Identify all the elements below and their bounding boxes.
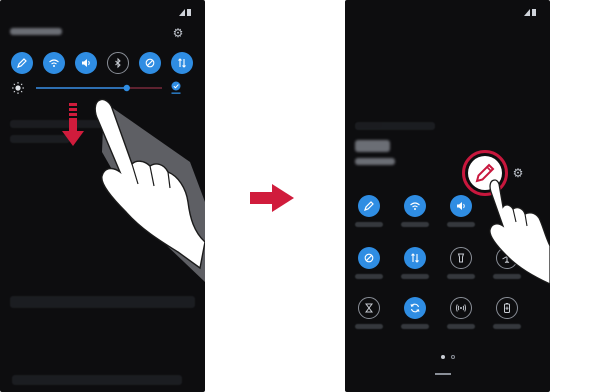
- toggle-flashlight[interactable]: [450, 247, 472, 269]
- sound-icon: [82, 59, 90, 67]
- toggle-wifi[interactable]: [404, 195, 426, 217]
- flashlight-icon: [457, 253, 465, 263]
- tap-hand-icon: [489, 179, 550, 285]
- battery-saver-icon: [504, 303, 510, 313]
- tile-label: [355, 324, 383, 329]
- date-text: [355, 158, 395, 165]
- left-phone-screen: ⚙: [0, 0, 205, 392]
- tile-label: [401, 274, 429, 279]
- date-text: [10, 28, 62, 35]
- sound-icon: [457, 202, 465, 210]
- toggle-battery-saver[interactable]: [496, 297, 518, 319]
- toggle-sound[interactable]: [450, 195, 472, 217]
- toggle-wifi[interactable]: [43, 52, 65, 74]
- toggle-hourglass[interactable]: [358, 297, 380, 319]
- rotation-icon: [364, 253, 374, 263]
- notification-row: [355, 122, 435, 130]
- notification-row: [10, 135, 70, 143]
- app-dock-row: [12, 375, 182, 385]
- page-dot: [451, 355, 455, 359]
- signal-icon: [179, 9, 185, 16]
- toggle-rotation[interactable]: [139, 52, 161, 74]
- toggle-edit[interactable]: [358, 195, 380, 217]
- right-phone-screen: ⚙: [345, 0, 550, 392]
- toggle-edit[interactable]: [11, 52, 33, 74]
- settings-gear-icon[interactable]: ⚙: [172, 27, 184, 39]
- data-icon: [411, 253, 419, 263]
- status-icons: [524, 9, 536, 16]
- wifi-icon: [49, 59, 59, 67]
- edit-pencil-icon: [364, 201, 374, 211]
- tile-label: [493, 324, 521, 329]
- edit-pencil-icon: [17, 58, 27, 68]
- sync-icon: [410, 303, 420, 313]
- toggle-rotation[interactable]: [358, 247, 380, 269]
- hotspot-icon: [456, 304, 466, 312]
- swipe-hand-icon: [94, 98, 205, 282]
- toggle-sound[interactable]: [75, 52, 97, 74]
- next-step-arrow-icon: [250, 184, 294, 212]
- tile-label: [447, 222, 475, 227]
- brightness-sun-icon: [12, 82, 24, 94]
- tile-label: [401, 222, 429, 227]
- signal-icon: [524, 9, 530, 16]
- clock-text: [355, 140, 390, 152]
- tile-label: [447, 274, 475, 279]
- toggle-hotspot[interactable]: [450, 297, 472, 319]
- status-icons: [179, 9, 191, 16]
- bluetooth-icon: [115, 57, 121, 69]
- bottom-handle: [435, 373, 451, 375]
- toggle-bluetooth[interactable]: [107, 52, 129, 74]
- tile-label: [447, 324, 475, 329]
- battery-icon: [187, 9, 191, 16]
- battery-icon: [532, 9, 536, 16]
- toggle-data[interactable]: [171, 52, 193, 74]
- data-icon: [178, 58, 186, 68]
- tile-label: [355, 274, 383, 279]
- tile-label: [355, 222, 383, 227]
- hourglass-icon: [365, 303, 373, 313]
- rotation-icon: [145, 58, 155, 68]
- page-dot: [441, 355, 445, 359]
- wifi-icon: [410, 202, 420, 210]
- tile-label: [401, 324, 429, 329]
- toggle-sync[interactable]: [404, 297, 426, 319]
- page-indicator: [433, 354, 463, 360]
- brightness-thumb: [123, 84, 130, 92]
- app-dock-row: [10, 296, 195, 308]
- toggle-data[interactable]: [404, 247, 426, 269]
- swipe-down-arrow-icon: [62, 103, 84, 146]
